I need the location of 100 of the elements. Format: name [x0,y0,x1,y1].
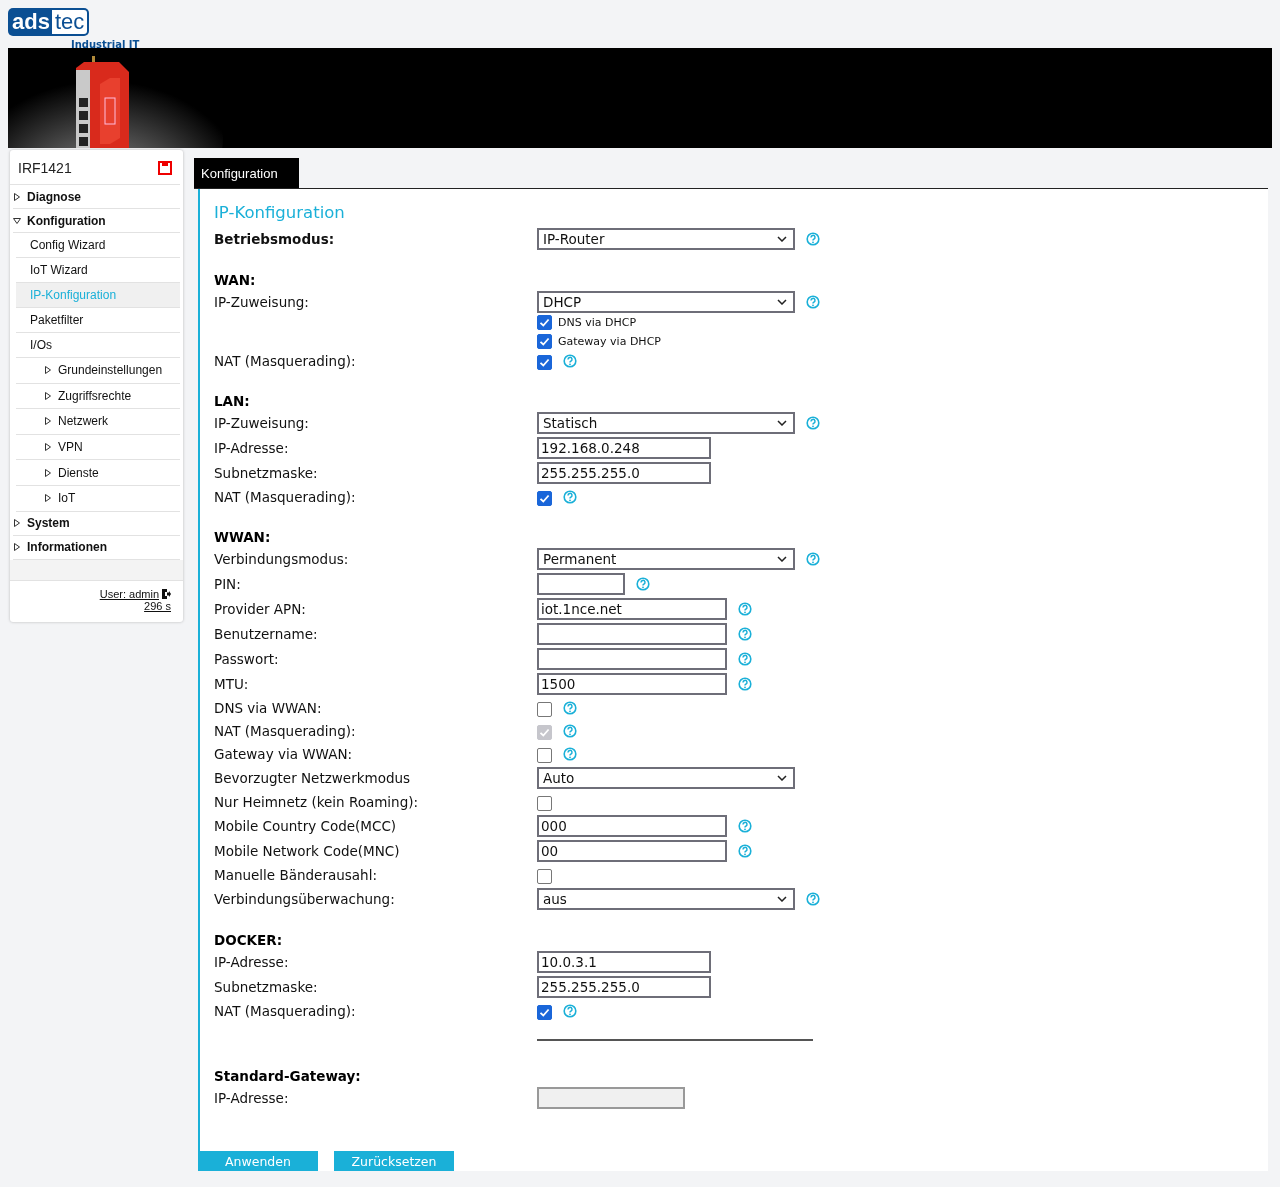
input-field[interactable]: iot.1nce.net [537,597,727,620]
field-label: DNS via WWAN: [214,699,322,716]
field-label: Manuelle Bänderausahl: [214,866,377,883]
tab[interactable]: Konfiguration [194,158,299,188]
help-icon[interactable] [738,651,752,666]
caret-right-icon [13,519,21,528]
dropdown[interactable]: DHCP [537,290,795,313]
help-icon[interactable] [806,415,820,430]
field-label: IP-Adresse: [214,1089,289,1106]
caret-right-icon [44,468,52,477]
checkbox[interactable] [537,333,552,349]
help-icon[interactable] [636,576,650,591]
input-field[interactable]: 255.255.255.0 [537,975,711,998]
checkmark-icon [539,493,550,504]
input-field[interactable] [537,622,727,645]
checkmark-icon [539,316,550,328]
chevron-down-icon [777,555,787,562]
nav-item[interactable]: Netzwerk [16,409,180,435]
checkmark-icon [539,357,550,368]
help-icon[interactable] [563,1003,577,1018]
help-icon[interactable] [738,601,752,616]
help-icon[interactable] [738,818,752,833]
help-icon[interactable] [738,843,752,858]
field-label: MTU: [214,675,249,692]
dropdown[interactable]: Statisch [537,411,795,434]
nav-item[interactable]: System [13,511,180,536]
field-label: NAT (Masquerading): [214,352,356,369]
nav-item[interactable]: Diagnose [13,185,180,209]
caret-right-icon [44,443,52,452]
nav-item[interactable]: Konfiguration [13,209,180,233]
chevron-down-icon [777,419,787,426]
input-field[interactable]: 10.0.3.1 [537,950,711,973]
caret-right-icon [13,543,21,552]
dropdown[interactable]: IP-Router [537,227,795,250]
nav-item[interactable]: I/Os [16,333,180,358]
help-icon[interactable] [806,551,820,566]
input-field[interactable]: 000 [537,814,727,837]
input-field[interactable] [537,647,727,670]
help-icon[interactable] [738,676,752,691]
field-label: IP-Zuweisung: [214,414,309,431]
field-label: NAT (Masquerading): [214,488,356,505]
user-link[interactable]: User: admin [99,587,159,600]
help-icon[interactable] [806,891,820,906]
caret-right-icon [44,391,52,400]
dropdown[interactable]: Permanent [537,547,795,570]
help-icon[interactable] [738,626,752,641]
logo-tagline: Industrial IT [71,39,140,50]
field-label: Mobile Country Code(MCC) [214,817,397,834]
caret-right-icon [13,192,21,201]
help-icon[interactable] [806,231,820,246]
chevron-down-icon [777,774,787,781]
checkbox[interactable] [537,869,552,884]
input-field[interactable]: 1500 [537,672,727,695]
logout-icon[interactable] [161,588,171,599]
section-heading: WWAN: [214,528,272,546]
caret-down-icon [13,216,21,225]
device-name: IRF1421 [18,160,72,176]
checkbox[interactable] [537,748,552,763]
help-icon[interactable] [563,746,577,761]
caret-right-icon [44,494,52,503]
nav-item[interactable]: Dienste [16,460,180,486]
field-label: Betriebsmodus: [214,230,335,247]
save-icon[interactable] [158,161,172,175]
dropdown[interactable]: aus [537,887,795,910]
help-icon[interactable] [806,294,820,309]
nav-item[interactable]: VPN [16,434,180,461]
checkbox[interactable] [537,796,552,811]
nav-item[interactable]: Config Wizard [16,233,180,258]
input-field[interactable]: 00 [537,839,727,862]
help-icon[interactable] [563,489,577,504]
nav-item[interactable]: Zugriffsrechte [16,383,180,410]
checkbox[interactable] [537,314,552,330]
field-label: Benutzername: [214,625,318,642]
checkmark-icon [539,727,550,738]
checkbox[interactable] [537,491,552,506]
input-field[interactable]: 255.255.255.0 [537,461,711,484]
session-timer[interactable]: 296 s [144,599,171,612]
checkbox[interactable] [537,702,552,717]
help-icon[interactable] [563,353,577,368]
field-label: Bevorzugter Netzwerkmodus [214,769,411,786]
nav-item[interactable]: Paketfilter [16,308,180,333]
chevron-down-icon [777,298,787,305]
input-field[interactable]: 192.168.0.248 [537,436,711,459]
nav-item[interactable]: Grundeinstellungen [16,358,180,384]
caret-right-icon [44,417,52,426]
dropdown[interactable]: Auto [537,766,795,789]
section-heading: LAN: [214,392,251,410]
caret-right-icon [44,366,52,375]
checkbox-label: Gateway via DHCP [558,334,661,348]
input-field[interactable] [537,572,625,595]
field-label: Mobile Network Code(MNC) [214,842,400,859]
nav-item[interactable]: Informationen [13,535,180,560]
checkbox[interactable] [537,355,552,370]
chevron-down-icon [777,895,787,902]
nav-item[interactable]: IoT [16,485,180,512]
checkmark-icon [539,1007,550,1018]
help-icon[interactable] [563,700,577,715]
chevron-down-icon [777,235,787,242]
checkbox[interactable] [537,1005,552,1020]
field-label: Subnetzmaske: [214,464,318,481]
